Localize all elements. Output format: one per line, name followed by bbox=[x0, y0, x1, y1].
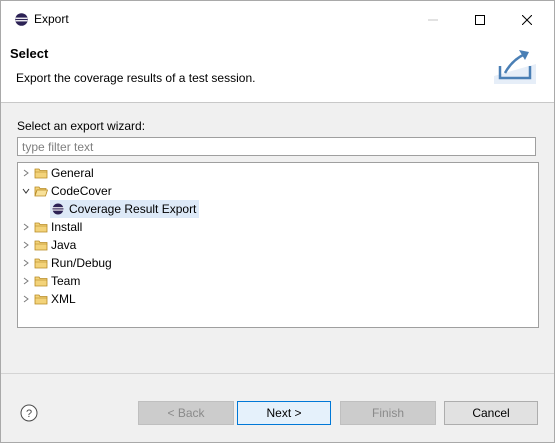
folder-icon bbox=[34, 276, 48, 287]
next-button[interactable]: Next > bbox=[237, 401, 331, 425]
wizard-select-label: Select an export wizard: bbox=[17, 119, 146, 133]
page-title: Select bbox=[10, 46, 49, 61]
eclipse-icon bbox=[15, 13, 28, 26]
chevron-right-icon[interactable] bbox=[18, 236, 34, 254]
tree-item-label: General bbox=[51, 166, 94, 180]
export-wizard-icon bbox=[494, 50, 536, 84]
tree-item-team[interactable]: Team bbox=[18, 272, 538, 290]
tree-item-run-debug[interactable]: Run/Debug bbox=[18, 254, 538, 272]
tree-item-general[interactable]: General bbox=[18, 164, 538, 182]
back-button[interactable]: < Back bbox=[138, 401, 234, 425]
tree-item-install[interactable]: Install bbox=[18, 218, 538, 236]
filter-input[interactable] bbox=[17, 137, 536, 156]
close-button[interactable] bbox=[504, 1, 550, 38]
tree-item-label: Java bbox=[51, 238, 77, 252]
title-bar[interactable]: Export bbox=[1, 1, 554, 38]
folder-icon bbox=[34, 258, 48, 269]
help-icon[interactable]: ? bbox=[20, 404, 38, 422]
folder-icon bbox=[34, 168, 48, 179]
window-title: Export bbox=[34, 12, 69, 26]
chevron-right-icon[interactable] bbox=[18, 290, 34, 308]
folder-open-icon bbox=[34, 186, 48, 197]
folder-icon bbox=[34, 222, 48, 233]
minimize-icon bbox=[428, 19, 438, 20]
tree-item-label: Run/Debug bbox=[51, 256, 112, 270]
page-description: Export the coverage results of a test se… bbox=[16, 71, 256, 85]
tree-item-xml[interactable]: XML bbox=[18, 290, 538, 308]
chevron-right-icon[interactable] bbox=[18, 218, 34, 236]
export-dialog: Export Select Export the coverage result… bbox=[0, 0, 555, 443]
chevron-right-icon[interactable] bbox=[18, 164, 34, 182]
minimize-button[interactable] bbox=[410, 1, 456, 38]
finish-button[interactable]: Finish bbox=[340, 401, 436, 425]
tree-item-java[interactable]: Java bbox=[18, 236, 538, 254]
chevron-right-icon[interactable] bbox=[18, 254, 34, 272]
tree-item-label: Coverage Result Export bbox=[69, 202, 197, 216]
wizard-header: Select Export the coverage results of a … bbox=[1, 38, 554, 103]
maximize-icon bbox=[475, 14, 485, 25]
chevron-down-icon[interactable] bbox=[18, 182, 34, 200]
wizard-body: Select an export wizard: General CodeCov… bbox=[1, 103, 554, 372]
eclipse-plugin-icon bbox=[52, 203, 64, 215]
chevron-right-icon[interactable] bbox=[18, 272, 34, 290]
maximize-button[interactable] bbox=[457, 1, 503, 38]
folder-icon bbox=[34, 294, 48, 305]
tree-item-coverage-result-export[interactable]: Coverage Result Export bbox=[50, 200, 200, 218]
tree-item-label: Install bbox=[51, 220, 83, 234]
close-icon bbox=[522, 14, 532, 25]
svg-text:?: ? bbox=[26, 408, 32, 420]
tree-item-label: Team bbox=[51, 274, 81, 288]
tree-item-label: XML bbox=[51, 292, 76, 306]
wizard-tree[interactable]: General CodeCover Coverage Result Export bbox=[17, 162, 539, 328]
tree-item-codecover[interactable]: CodeCover bbox=[18, 182, 538, 200]
cancel-button[interactable]: Cancel bbox=[444, 401, 538, 425]
tree-item-label: CodeCover bbox=[51, 184, 112, 198]
folder-icon bbox=[34, 240, 48, 251]
button-bar: ? < Back Next > Finish Cancel bbox=[1, 373, 554, 442]
